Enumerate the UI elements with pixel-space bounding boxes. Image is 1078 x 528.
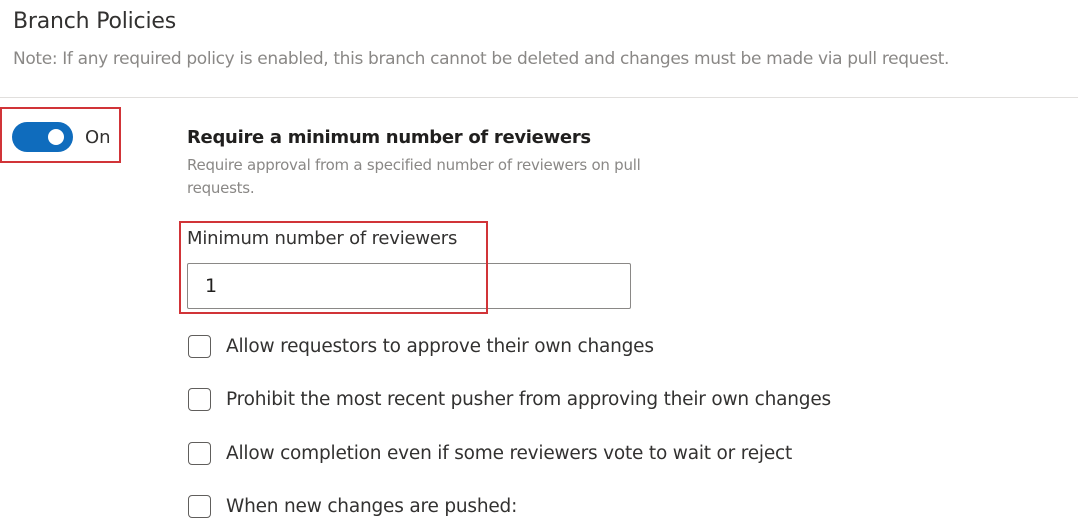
option-prohibit-recent-pusher[interactable]: Prohibit the most recent pusher from app… [188,387,831,411]
min-reviewers-input[interactable] [187,263,631,309]
policy-title: Require a minimum number of reviewers [187,127,591,148]
page-title: Branch Policies [13,9,176,34]
option-label: When new changes are pushed: [226,495,518,517]
policy-toggle[interactable] [12,122,73,152]
toggle-knob [48,129,64,145]
policy-toggle-group: On [12,122,111,152]
divider [0,97,1078,98]
toggle-state-label: On [85,126,111,148]
branch-policies-page: Branch Policies Note: If any required po… [0,0,1078,528]
policy-description: Require approval from a specified number… [187,156,641,197]
min-reviewers-label: Minimum number of reviewers [187,228,458,249]
option-allow-requestors-approve[interactable]: Allow requestors to approve their own ch… [188,334,654,358]
checkbox[interactable] [188,441,211,465]
page-note: Note: If any required policy is enabled,… [13,49,950,69]
option-label: Allow completion even if some reviewers … [226,442,793,464]
option-when-new-changes-pushed[interactable]: When new changes are pushed: [188,494,517,518]
checkbox[interactable] [188,387,211,411]
checkbox[interactable] [188,494,211,518]
option-allow-completion-wait-reject[interactable]: Allow completion even if some reviewers … [188,441,792,465]
option-label: Allow requestors to approve their own ch… [226,335,654,357]
checkbox[interactable] [188,334,211,358]
option-label: Prohibit the most recent pusher from app… [226,388,831,410]
